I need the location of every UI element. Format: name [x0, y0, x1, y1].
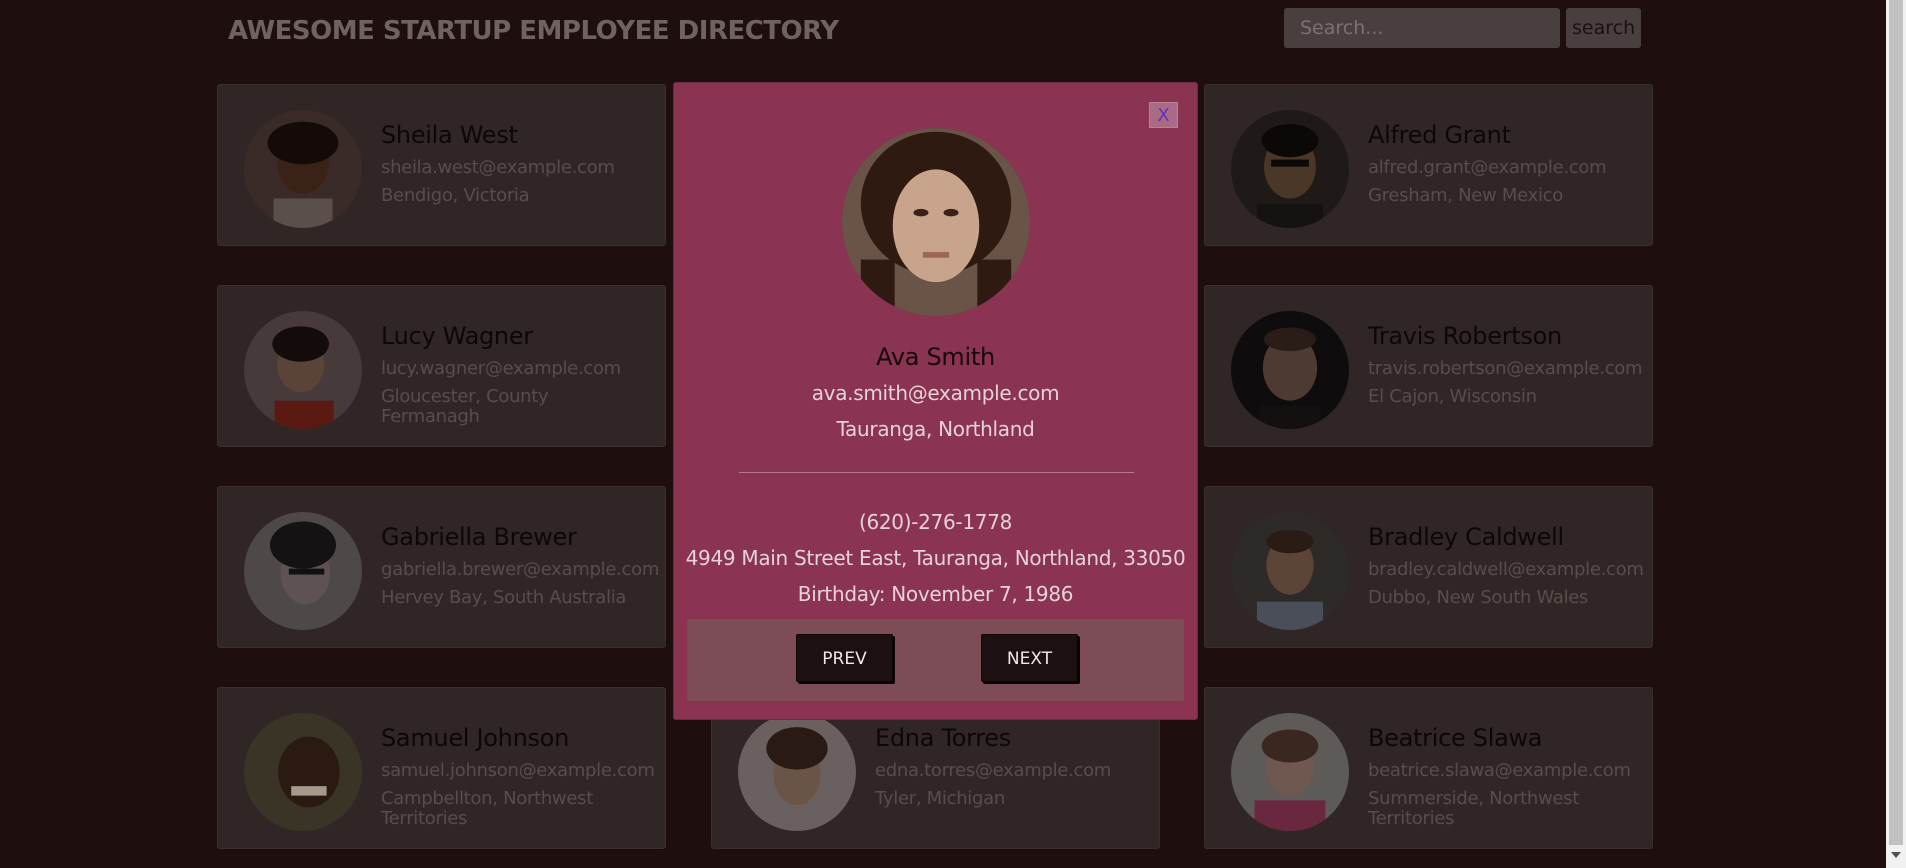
employee-avatar — [1231, 713, 1349, 831]
employee-email: bradley.caldwell@example.com — [1368, 559, 1644, 580]
modal-location: Tauranga, Northland — [836, 417, 1035, 441]
scroll-down-arrow-icon[interactable] — [1891, 852, 1901, 858]
employee-location: Gloucester, County Fermanagh — [381, 386, 549, 427]
employee-name: Alfred Grant — [1368, 121, 1511, 149]
employee-name: Lucy Wagner — [381, 322, 533, 350]
employee-modal: X Ava Smith ava.smith@example.com Tauran… — [673, 82, 1198, 720]
employee-avatar — [1231, 311, 1349, 429]
employee-location: Tyler, Michigan — [875, 788, 1005, 809]
employee-avatar — [1231, 512, 1349, 630]
employee-name: Samuel Johnson — [381, 724, 569, 752]
employee-card[interactable]: Sheila West sheila.west@example.com Bend… — [217, 84, 666, 246]
employee-name: Beatrice Slawa — [1368, 724, 1543, 752]
employee-avatar — [244, 512, 362, 630]
employee-avatar — [244, 713, 362, 831]
employee-avatar — [738, 713, 856, 831]
employee-name: Gabriella Brewer — [381, 523, 577, 551]
employee-card[interactable]: Travis Robertson travis.robertson@exampl… — [1204, 285, 1653, 447]
next-button[interactable]: NEXT — [981, 634, 1078, 682]
employee-location: Campbellton, Northwest Territories — [381, 788, 593, 829]
search-button[interactable]: search — [1566, 8, 1641, 48]
employee-name: Edna Torres — [875, 724, 1011, 752]
employee-email: alfred.grant@example.com — [1368, 157, 1607, 178]
employee-email: gabriella.brewer@example.com — [381, 559, 660, 580]
search-input[interactable] — [1284, 8, 1560, 48]
employee-location: Gresham, New Mexico — [1368, 185, 1563, 206]
employee-location: El Cajon, Wisconsin — [1368, 386, 1537, 407]
modal-name: Ava Smith — [876, 343, 995, 371]
directory-page: AWESOME STARTUP EMPLOYEE DIRECTORY searc… — [0, 0, 1886, 868]
employee-avatar — [244, 311, 362, 429]
employee-card[interactable]: Samuel Johnson samuel.johnson@example.co… — [217, 687, 666, 849]
close-button[interactable]: X — [1149, 102, 1178, 128]
employee-location: Bendigo, Victoria — [381, 185, 530, 206]
page-title: AWESOME STARTUP EMPLOYEE DIRECTORY — [228, 16, 839, 46]
employee-location: Summerside, Northwest Territories — [1368, 788, 1579, 829]
employee-email: samuel.johnson@example.com — [381, 760, 655, 781]
employee-card[interactable]: Bradley Caldwell bradley.caldwell@exampl… — [1204, 486, 1653, 648]
modal-divider — [739, 472, 1134, 473]
employee-name: Bradley Caldwell — [1368, 523, 1564, 551]
modal-avatar — [842, 128, 1030, 316]
vertical-scrollbar[interactable] — [1886, 0, 1906, 868]
employee-email: sheila.west@example.com — [381, 157, 615, 178]
employee-avatar — [1231, 110, 1349, 228]
employee-card[interactable]: Gabriella Brewer gabriella.brewer@exampl… — [217, 486, 666, 648]
modal-nav-bar: PREV NEXT — [687, 619, 1184, 701]
employee-location: Dubbo, New South Wales — [1368, 587, 1589, 608]
employee-card[interactable]: Beatrice Slawa beatrice.slawa@example.co… — [1204, 687, 1653, 849]
employee-email: travis.robertson@example.com — [1368, 358, 1643, 379]
employee-email: beatrice.slawa@example.com — [1368, 760, 1631, 781]
employee-card[interactable]: Lucy Wagner lucy.wagner@example.com Glou… — [217, 285, 666, 447]
modal-birthday: Birthday: November 7, 1986 — [797, 582, 1074, 606]
employee-location: Hervey Bay, South Australia — [381, 587, 627, 608]
employee-name: Sheila West — [381, 121, 518, 149]
modal-phone: (620)-276-1778 — [858, 510, 1013, 534]
employee-email: edna.torres@example.com — [875, 760, 1112, 781]
prev-button[interactable]: PREV — [796, 634, 893, 682]
modal-email: ava.smith@example.com — [811, 381, 1060, 405]
scrollbar-thumb[interactable] — [1889, 0, 1903, 845]
modal-address: 4949 Main Street East, Tauranga, Northla… — [685, 546, 1186, 570]
employee-avatar — [244, 110, 362, 228]
employee-card[interactable]: Alfred Grant alfred.grant@example.com Gr… — [1204, 84, 1653, 246]
employee-name: Travis Robertson — [1368, 322, 1562, 350]
employee-email: lucy.wagner@example.com — [381, 358, 621, 379]
